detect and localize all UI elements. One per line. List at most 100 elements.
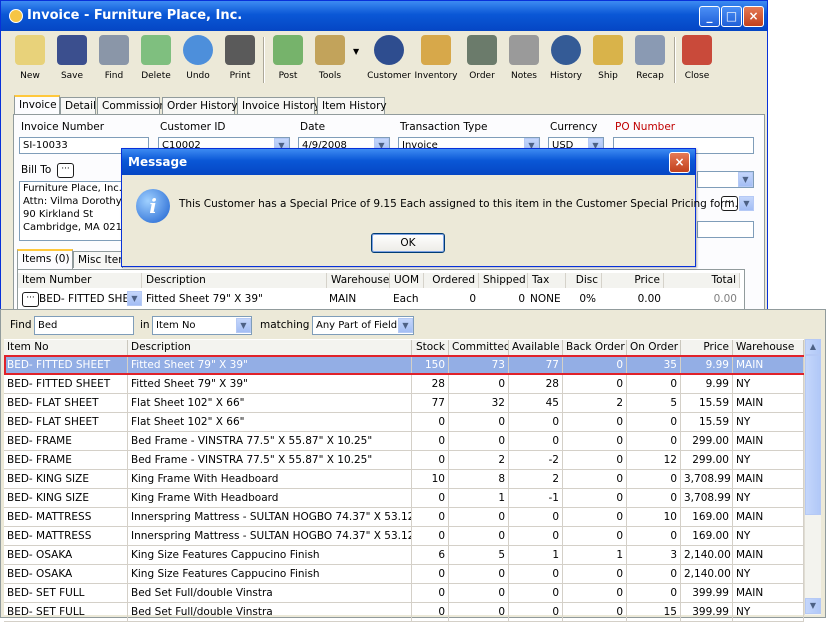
table-cell: BED- FITTED SHEET [4,375,128,394]
ok-button[interactable]: OK [371,233,445,253]
tools-dropdown-arrow-icon[interactable]: ▼ [353,47,359,56]
col-warehouse[interactable]: Warehouse [733,340,804,356]
ship-button[interactable]: Ship [586,35,630,87]
find-label: Find [10,319,32,331]
table-row[interactable]: BED- FLAT SHEET Flat Sheet 102" X 66" 0 0 0 0… [4,413,804,432]
col-disc[interactable]: Disc [566,273,602,288]
tab-invoice[interactable]: Invoice [14,95,60,115]
tab-item-history[interactable]: Item History [317,97,387,114]
table-row[interactable]: BED- FLAT SHEET Flat Sheet 102" X 66" 77 32… [4,394,804,413]
undo-button[interactable]: Undo [176,35,220,87]
col-uom[interactable]: UOM [390,273,424,288]
minimize-button[interactable]: _ [699,6,720,27]
col-back-order[interactable]: Back Order [563,340,627,356]
col-shipped[interactable]: Shipped [479,273,528,288]
right-field-2[interactable] [697,221,754,238]
find-button[interactable]: Find [92,35,136,87]
new-icon [15,35,45,65]
table-cell: 0 [627,489,681,508]
table-cell: Bed Frame - VINSTRA 77.5" X 55.87" X 10.… [128,432,412,451]
chevron-down-icon[interactable]: ▼ [398,318,413,333]
chevron-down-icon[interactable]: ▼ [738,172,753,187]
col-available[interactable]: Available [509,340,563,356]
table-cell: 0 [412,508,449,527]
item-lookup-button[interactable]: ··· [22,292,39,307]
close-window-button[interactable]: × [743,6,764,27]
post-button[interactable]: Post [266,35,310,87]
delete-button[interactable]: Delete [134,35,178,87]
tab-order-history[interactable]: Order History [162,97,238,114]
dialog-close-button[interactable]: × [669,152,690,173]
table-cell: 169.00 [681,508,733,527]
col-description[interactable]: Description [128,340,412,356]
col-stock[interactable]: Stock [412,340,449,356]
table-cell: 0 [449,375,509,394]
tab-items[interactable]: Items (0) [17,249,73,269]
notes-button[interactable]: Notes [502,35,546,87]
close-button[interactable]: Close [675,35,719,87]
tab-misc-item[interactable]: Misc Item [73,251,128,268]
table-row[interactable]: BED- FRAME Bed Frame - VINSTRA 77.5" X 55… [4,451,804,470]
chevron-down-icon[interactable]: ▼ [739,196,754,211]
col-price[interactable]: Price [602,273,664,288]
find-input[interactable]: Bed [34,316,134,335]
scroll-down-icon[interactable]: ▼ [805,598,821,614]
table-row[interactable]: BED- KING SIZE King Frame With Headboard 1… [4,470,804,489]
table-row[interactable]: BED- SET FULL Bed Set Full/double Vinstra… [4,584,804,603]
customer-button[interactable]: Customer [367,35,411,87]
tab-commission[interactable]: Commission [97,97,166,114]
table-row[interactable]: BED- FITTED SHEET Fitted Sheet 79" X 39" 2… [4,375,804,394]
col-ordered[interactable]: Ordered [424,273,479,288]
item-number-dropdown-icon[interactable]: ▼ [127,291,142,306]
new-button[interactable]: New [8,35,52,87]
table-cell: 0 [627,375,681,394]
table-row[interactable]: BED- FRAME Bed Frame - VINSTRA 77.5" X 55… [4,432,804,451]
vertical-scrollbar[interactable]: ▲ ▼ [804,339,821,615]
save-button[interactable]: Save [50,35,94,87]
bill-to-label: Bill To [21,164,52,176]
order-button[interactable]: Order [460,35,504,87]
col-item-no[interactable]: Item No [4,340,128,356]
table-cell: 0 [563,527,627,546]
recap-button[interactable]: Recap [628,35,672,87]
print-button[interactable]: Print [218,35,262,87]
col-warehouse[interactable]: Warehouse [327,273,390,288]
app-icon [9,9,23,23]
chevron-down-icon[interactable]: ▼ [236,318,251,333]
col-committed[interactable]: Committed [449,340,509,356]
currency-label: Currency [550,121,598,133]
table-cell: 77 [412,394,449,413]
table-cell: 3,708.99 [681,470,733,489]
table-cell: -1 [509,489,563,508]
table-row[interactable]: BED- SET FULL Bed Set Full/double Vinstra… [4,603,804,622]
table-cell: 0 [449,432,509,451]
col-total[interactable]: Total [664,273,740,288]
bill-to-lookup-button[interactable]: ··· [57,163,74,178]
tab-invoice-history[interactable]: Invoice History [237,97,320,114]
table-row[interactable]: BED- KING SIZE King Frame With Headboard 0… [4,489,804,508]
order-icon [467,35,497,65]
item-number-input[interactable]: BED- FITTED SHEE [39,291,127,307]
col-price[interactable]: Price [681,340,733,356]
in-label: in [140,319,150,331]
maximize-button[interactable]: □ [721,6,742,27]
col-tax[interactable]: Tax [528,273,566,288]
col-item-number[interactable]: Item Number [18,273,142,288]
table-row[interactable]: BED- MATTRESS Innerspring Mattress - SULT… [4,508,804,527]
table-cell: BED- OSAKA [4,565,128,584]
table-cell: NY [733,565,804,584]
tab-detail[interactable]: Detail [60,97,96,114]
tools-button[interactable]: Tools [308,35,352,87]
table-row[interactable]: BED- OSAKA King Size Features Cappucino F… [4,565,804,584]
scroll-thumb[interactable] [805,355,821,515]
table-cell: 3,708.99 [681,489,733,508]
table-row[interactable]: BED- MATTRESS Innerspring Mattress - SULT… [4,527,804,546]
table-cell: 28 [509,375,563,394]
col-on-order[interactable]: On Order [627,340,681,356]
table-cell: 0 [412,451,449,470]
inventory-button[interactable]: Inventory [414,35,458,87]
scroll-up-icon[interactable]: ▲ [805,339,821,355]
table-row[interactable]: BED- OSAKA King Size Features Cappucino F… [4,546,804,565]
col-description[interactable]: Description [142,273,327,288]
history-button[interactable]: History [544,35,588,87]
